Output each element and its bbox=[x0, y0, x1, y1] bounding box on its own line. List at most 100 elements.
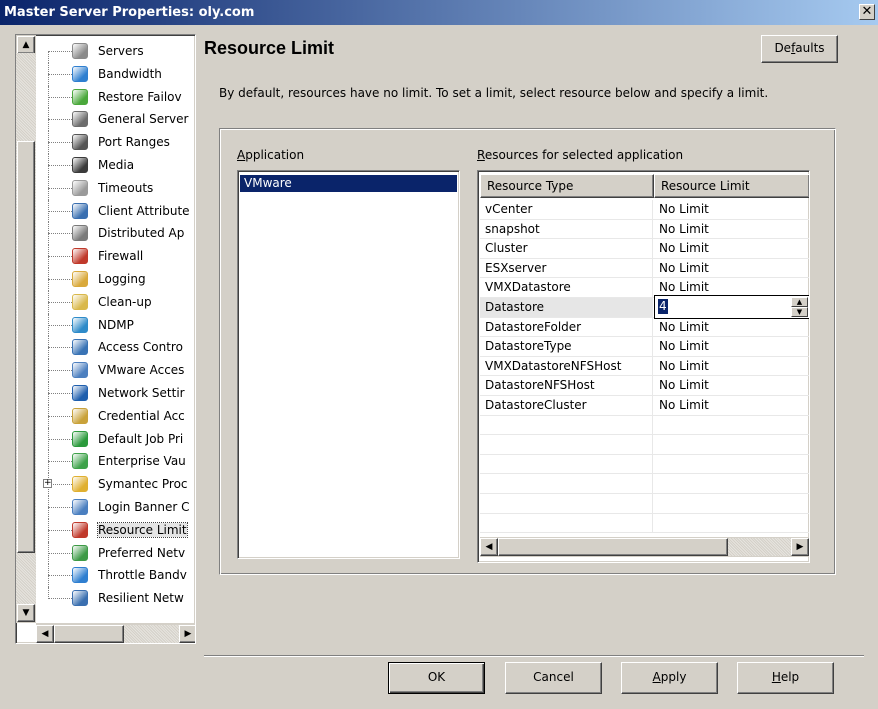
scroll-down-icon[interactable]: ▼ bbox=[17, 604, 35, 622]
resource-type-cell[interactable] bbox=[480, 513, 653, 533]
scroll-up-icon[interactable]: ▲ bbox=[17, 36, 35, 54]
resource-type-cell[interactable] bbox=[480, 454, 653, 474]
list-item-vmware[interactable]: VMware bbox=[240, 175, 457, 192]
resource-limit-cell[interactable] bbox=[654, 494, 807, 513]
resource-limit-cell[interactable] bbox=[654, 474, 807, 493]
resource-limit-cell[interactable]: No Limit bbox=[654, 220, 807, 239]
tree-item[interactable]: Logging bbox=[40, 267, 195, 291]
table-row[interactable]: Datastore 4 ▲ ▼ bbox=[480, 294, 809, 319]
scroll-thumb[interactable] bbox=[54, 625, 124, 643]
table-row[interactable]: Cluster No Limit bbox=[480, 239, 809, 259]
application-list[interactable]: VMware bbox=[237, 170, 460, 559]
resource-type-cell[interactable]: DatastoreCluster bbox=[480, 395, 653, 415]
table-row[interactable]: DatastoreCluster No Limit bbox=[480, 395, 809, 416]
expand-icon[interactable]: + bbox=[43, 479, 52, 489]
table-row[interactable] bbox=[480, 493, 809, 514]
tree-item[interactable]: Throttle Bandv bbox=[40, 564, 195, 588]
resource-type-cell[interactable] bbox=[480, 474, 653, 493]
resource-type-cell[interactable]: VMXDatastoreNFSHost bbox=[480, 356, 653, 376]
tree-item[interactable]: Default Job Pri bbox=[40, 427, 195, 451]
resource-limit-cell[interactable] bbox=[654, 514, 807, 533]
table-row[interactable]: ESXserver No Limit bbox=[480, 258, 809, 279]
table-row[interactable]: snapshot No Limit bbox=[480, 219, 809, 240]
tree-horizontal-scrollbar[interactable]: ◀ ▶ bbox=[36, 623, 195, 643]
tree-item[interactable]: Distributed Ap bbox=[40, 222, 195, 246]
resource-type-cell[interactable] bbox=[480, 415, 653, 435]
resource-type-cell[interactable]: ESXserver bbox=[480, 258, 653, 278]
tree-item[interactable]: Access Contro bbox=[40, 336, 195, 360]
scroll-left-icon[interactable]: ◀ bbox=[36, 625, 54, 643]
resource-limit-cell[interactable]: No Limit bbox=[654, 396, 807, 415]
table-row[interactable] bbox=[480, 435, 809, 455]
spin-up-icon[interactable]: ▲ bbox=[791, 296, 808, 307]
close-icon[interactable]: ✕ bbox=[859, 4, 875, 20]
grid-horizontal-scrollbar[interactable]: ◀ ▶ bbox=[480, 537, 809, 557]
tree-item[interactable]: Servers bbox=[40, 40, 195, 63]
resource-limit-cell[interactable] bbox=[654, 455, 807, 474]
tree-item[interactable]: Credential Acc bbox=[40, 404, 195, 428]
resource-type-cell[interactable]: snapshot bbox=[480, 219, 653, 239]
cancel-button[interactable]: Cancel bbox=[505, 662, 602, 694]
scroll-right-icon[interactable]: ▶ bbox=[791, 538, 809, 556]
table-row[interactable] bbox=[480, 513, 809, 534]
tree-item[interactable]: Media bbox=[40, 153, 195, 177]
scroll-right-icon[interactable]: ▶ bbox=[179, 625, 195, 643]
tree-item[interactable]: Port Ranges bbox=[40, 131, 195, 154]
resource-type-cell[interactable]: DatastoreType bbox=[480, 337, 653, 356]
table-row[interactable]: DatastoreNFSHost No Limit bbox=[480, 376, 809, 396]
table-row[interactable]: vCenter No Limit bbox=[480, 200, 809, 220]
resource-limit-cell[interactable] bbox=[654, 435, 807, 454]
ok-button[interactable]: OK bbox=[388, 662, 485, 694]
table-row[interactable] bbox=[480, 454, 809, 475]
scroll-thumb[interactable] bbox=[17, 141, 35, 553]
resource-type-cell[interactable]: vCenter bbox=[480, 200, 653, 219]
tree-item[interactable]: VMware Acces bbox=[40, 359, 195, 382]
resource-type-cell[interactable]: VMXDatastore bbox=[480, 278, 653, 297]
tree-item[interactable]: Clean-up bbox=[40, 290, 195, 314]
tree-item[interactable]: Restore Failov bbox=[40, 85, 195, 109]
resource-type-cell[interactable] bbox=[480, 493, 653, 513]
resource-limit-cell[interactable]: No Limit bbox=[654, 337, 807, 356]
resource-type-cell[interactable] bbox=[480, 435, 653, 454]
tree-item[interactable]: Timeouts bbox=[40, 176, 195, 200]
tree-item[interactable]: Client Attribute bbox=[40, 199, 195, 223]
tree-item[interactable]: + Symantec Proc bbox=[40, 473, 195, 496]
tree-item[interactable]: Bandwidth bbox=[40, 62, 195, 86]
resource-type-cell[interactable]: DatastoreNFSHost bbox=[480, 376, 653, 395]
tree-item[interactable]: NDMP bbox=[40, 313, 195, 337]
tree-item[interactable]: General Server bbox=[40, 108, 195, 132]
properties-tree[interactable]: ▲ ▼ Servers Bandwidth Restore Failov Genera… bbox=[15, 34, 196, 644]
resource-type-cell[interactable]: Cluster bbox=[480, 239, 653, 258]
tree-item[interactable]: Preferred Netv bbox=[40, 541, 195, 565]
table-row[interactable] bbox=[480, 415, 809, 436]
defaults-button[interactable]: Defaults bbox=[761, 35, 838, 63]
resource-limit-value[interactable]: 4 bbox=[658, 298, 668, 314]
resource-limit-spinbox[interactable]: 4 ▲ ▼ bbox=[654, 294, 809, 319]
scroll-thumb[interactable] bbox=[498, 538, 728, 556]
scroll-left-icon[interactable]: ◀ bbox=[480, 538, 498, 556]
column-header-resource-type[interactable]: Resource Type bbox=[480, 174, 654, 198]
resource-type-cell[interactable]: DatastoreFolder bbox=[480, 317, 653, 337]
column-header-resource-limit[interactable]: Resource Limit bbox=[654, 174, 809, 198]
tree-item[interactable]: Network Settir bbox=[40, 381, 195, 405]
tree-item[interactable]: Enterprise Vau bbox=[40, 450, 195, 474]
table-row[interactable] bbox=[480, 474, 809, 494]
spinner[interactable]: ▲ ▼ bbox=[791, 296, 808, 317]
spin-down-icon[interactable]: ▼ bbox=[791, 306, 808, 317]
resource-limit-cell[interactable]: No Limit bbox=[654, 239, 807, 258]
table-row[interactable]: DatastoreType No Limit bbox=[480, 337, 809, 357]
resource-limit-cell[interactable]: No Limit bbox=[654, 318, 807, 337]
resource-limit-cell[interactable]: No Limit bbox=[654, 357, 807, 376]
table-row[interactable]: VMXDatastoreNFSHost No Limit bbox=[480, 356, 809, 377]
tree-item[interactable]: Resource Limit bbox=[40, 518, 195, 542]
apply-button[interactable]: Apply bbox=[621, 662, 718, 694]
resource-limit-cell[interactable] bbox=[654, 416, 807, 435]
help-button[interactable]: Help bbox=[737, 662, 834, 694]
tree-item[interactable]: Resilient Netw bbox=[40, 587, 195, 610]
tree-vertical-scrollbar[interactable]: ▲ ▼ bbox=[16, 35, 36, 623]
tree-item[interactable]: Login Banner C bbox=[40, 495, 195, 519]
tree-item[interactable]: Firewall bbox=[40, 245, 195, 268]
resource-grid[interactable]: Resource Type Resource Limit vCenter No L… bbox=[477, 170, 810, 563]
resource-type-cell[interactable]: Datastore bbox=[480, 297, 653, 317]
resource-limit-cell[interactable]: No Limit bbox=[654, 200, 807, 219]
